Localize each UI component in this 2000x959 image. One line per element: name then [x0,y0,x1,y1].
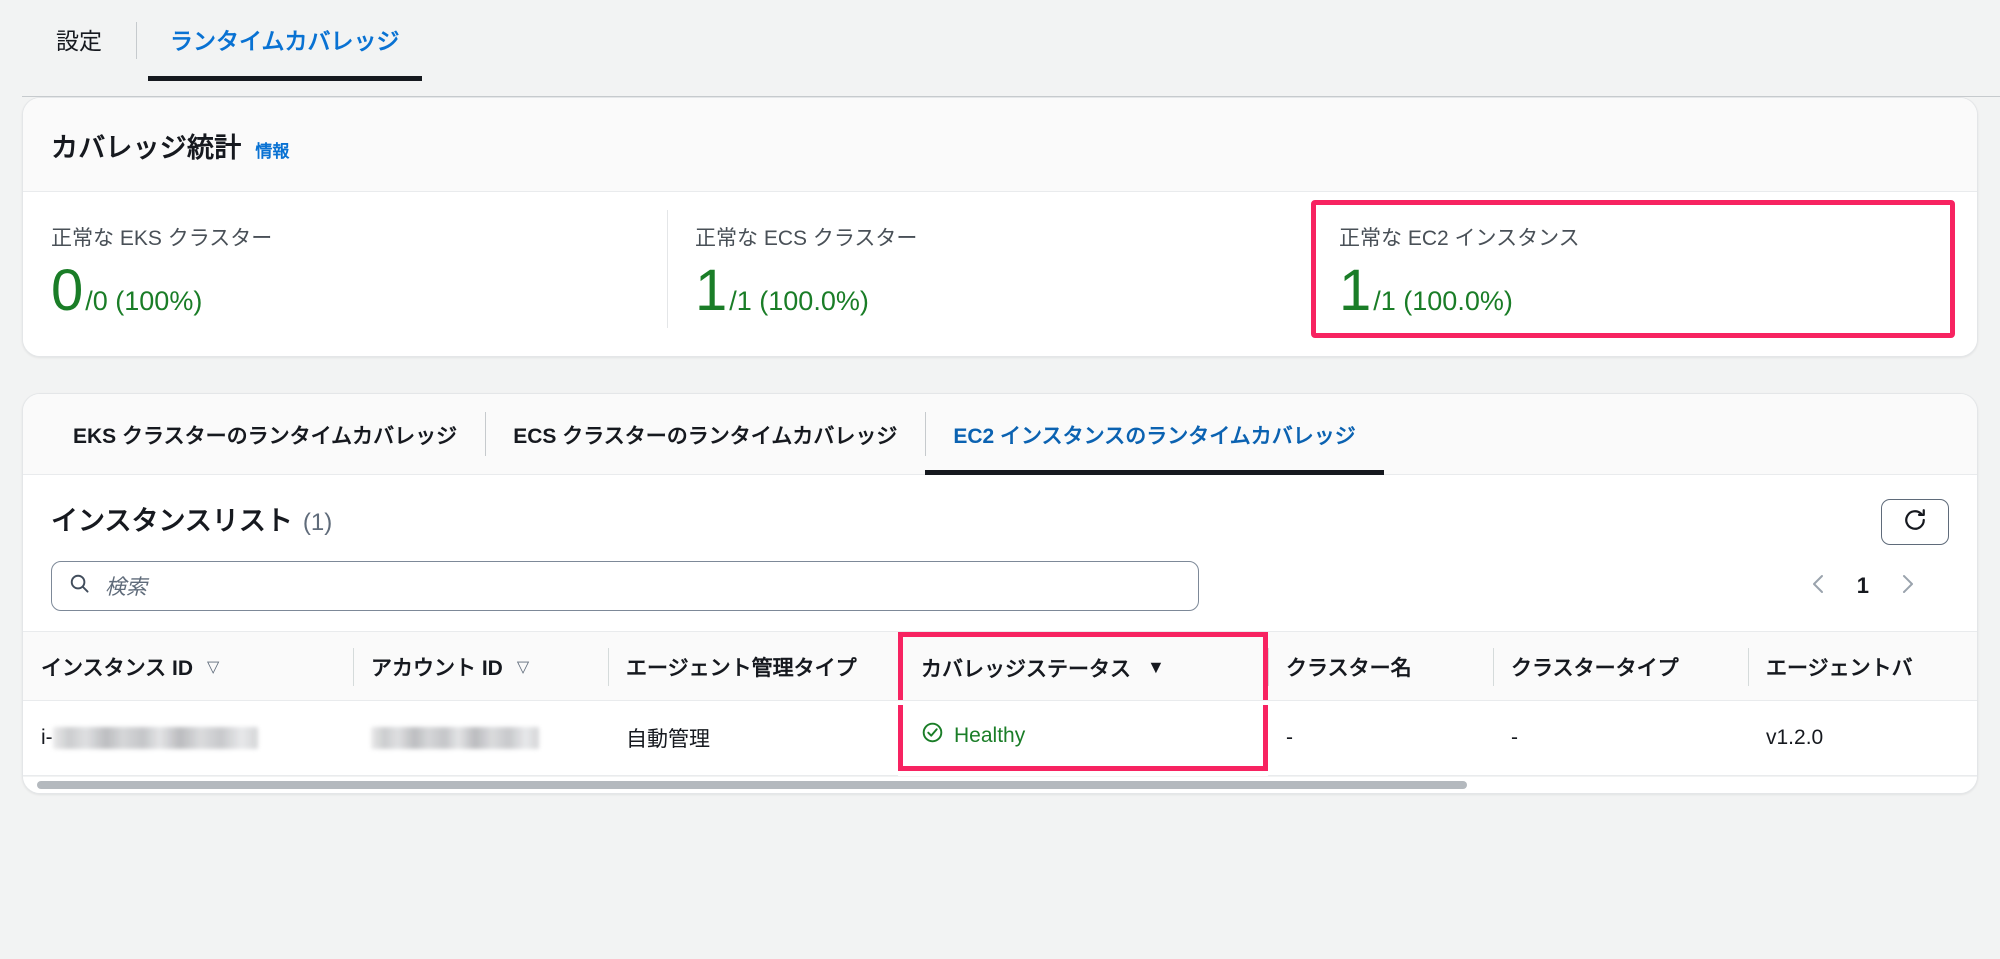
stat-ec2-label: 正常な EC2 インスタンス [1339,227,1580,250]
cell-cluster-name: - [1268,700,1493,776]
column-header-account-id[interactable]: アカウント ID ▽ [353,631,608,701]
tab-settings[interactable]: 設定 [22,0,136,81]
instance-list-title: インスタンスリスト [51,506,293,536]
search-icon [68,572,91,600]
subtab-ecs-label: ECS クラスターのランタイムカバレッジ [513,425,898,448]
sort-icon-coverage-status[interactable]: ▼ [1147,657,1165,678]
table-row[interactable]: i- 自動管理 Healthy - - v1.2.0 [23,700,1977,776]
account-id-redacted [371,727,539,750]
column-header-agent-management-type: エージェント管理タイプ [608,631,898,701]
coverage-status-text: Healthy [954,723,1026,747]
chevron-right-icon[interactable] [1895,572,1919,601]
cell-coverage-status: Healthy [898,700,1268,776]
coverage-sub-tabs: EKS クラスターのランタイムカバレッジ ECS クラスターのランタイムカバレッ… [23,394,1977,475]
stat-ec2-numerator: 1 [1339,258,1372,323]
pagination-page-1[interactable]: 1 [1857,573,1869,599]
stat-healthy-eks-clusters: 正常な EKS クラスター 0 /0 (100%) [23,200,667,338]
column-header-instance-id-label: インスタンス ID [41,657,193,680]
column-header-agent-version: エージェントバ [1748,631,1977,701]
check-circle-icon [921,721,944,750]
table-header-row: インスタンス ID ▽ アカウント ID ▽ エージェント管理タイプ カバレッジ… [23,631,1977,701]
instance-id-redacted [52,727,258,750]
stat-healthy-ecs-clusters: 正常な ECS クラスター 1 /1 (100.0%) [667,200,1311,338]
column-header-cluster-name-label: クラスター名 [1286,657,1412,680]
runtime-coverage-panel: EKS クラスターのランタイムカバレッジ ECS クラスターのランタイムカバレッ… [22,393,1978,794]
scrollbar-thumb[interactable] [37,781,1467,789]
tab-runtime-coverage-label: ランタイムカバレッジ [170,28,400,54]
sort-icon-instance-id[interactable]: ▽ [207,657,219,677]
instance-id-prefix: i- [41,726,53,749]
stat-ecs-value: 1 /1 (100.0%) [695,262,1283,320]
refresh-icon [1901,506,1929,539]
stat-ec2-denominator: /1 (100.0%) [1373,286,1513,316]
column-header-coverage-status[interactable]: カバレッジステータス ▼ [898,631,1268,701]
info-link[interactable]: 情報 [255,137,289,162]
stat-ecs-numerator: 1 [695,258,728,323]
search-placeholder: 検索 [105,576,147,599]
subtab-ecs-cluster-runtime-coverage[interactable]: ECS クラスターのランタイムカバレッジ [485,394,925,474]
status-badge: Healthy [921,721,1025,750]
subtab-ec2-label: EC2 インスタンスのランタイムカバレッジ [953,425,1356,448]
subtab-ec2-instance-runtime-coverage[interactable]: EC2 インスタンスのランタイムカバレッジ [925,394,1385,475]
runtime-coverage-page: 設定 ランタイムカバレッジ カバレッジ統計 情報 正常な EKS クラスター 0… [0,0,2000,959]
coverage-statistics-row: 正常な EKS クラスター 0 /0 (100%) 正常な ECS クラスター … [23,192,1977,356]
stat-eks-numerator: 0 [51,258,84,323]
coverage-statistics-header: カバレッジ統計 情報 [23,98,1977,192]
page-tabs: 設定 ランタイムカバレッジ [0,0,2000,97]
subtab-eks-label: EKS クラスターのランタイムカバレッジ [73,425,458,448]
column-header-instance-id[interactable]: インスタンス ID ▽ [23,631,353,701]
cell-account-id [353,700,608,776]
coverage-statistics-panel: カバレッジ統計 情報 正常な EKS クラスター 0 /0 (100%) 正常な… [22,97,1978,357]
column-header-account-id-label: アカウント ID [371,657,503,680]
horizontal-scrollbar[interactable] [23,776,1977,793]
instance-list-title-wrap: インスタンスリスト (1) [51,499,332,538]
instance-list-count: (1) [302,509,333,536]
cell-agent-management-type: 自動管理 [608,700,898,776]
tab-settings-label: 設定 [56,28,102,54]
cell-agent-version: v1.2.0 [1748,700,1977,776]
column-header-cluster-type: クラスタータイプ [1493,631,1748,701]
subtab-eks-cluster-runtime-coverage[interactable]: EKS クラスターのランタイムカバレッジ [45,394,485,474]
stat-eks-denominator: /0 (100%) [85,286,203,316]
chevron-left-icon[interactable] [1807,572,1831,601]
cell-cluster-type: - [1493,700,1748,776]
instance-list-filter-row: 検索 1 [23,545,1977,631]
column-header-coverage-status-label: カバレッジステータス [921,657,1131,681]
stat-eks-value: 0 /0 (100%) [51,262,639,320]
sort-icon-account-id[interactable]: ▽ [517,657,529,677]
stat-ec2-value: 1 /1 (100.0%) [1339,262,1927,320]
stat-healthy-ec2-instances: 正常な EC2 インスタンス 1 /1 (100.0%) [1311,200,1955,338]
column-header-cluster-type-label: クラスタータイプ [1511,657,1679,680]
pagination: 1 [1807,572,1919,601]
search-input[interactable]: 検索 [51,561,1199,611]
column-header-agent-version-label: エージェントバ [1766,657,1913,680]
refresh-button[interactable] [1881,499,1949,545]
stat-eks-label: 正常な EKS クラスター [51,227,273,250]
stat-ecs-denominator: /1 (100.0%) [729,286,869,316]
column-header-agent-management-type-label: エージェント管理タイプ [626,657,857,680]
tab-runtime-coverage[interactable]: ランタイムカバレッジ [136,0,434,81]
instances-table: インスタンス ID ▽ アカウント ID ▽ エージェント管理タイプ カバレッジ… [23,631,1977,776]
column-header-cluster-name: クラスター名 [1268,631,1493,701]
stat-ecs-label: 正常な ECS クラスター [695,227,918,250]
coverage-statistics-title: カバレッジ統計 [51,133,242,163]
cell-instance-id: i- [23,700,353,776]
instance-list-header: インスタンスリスト (1) [23,475,1977,545]
